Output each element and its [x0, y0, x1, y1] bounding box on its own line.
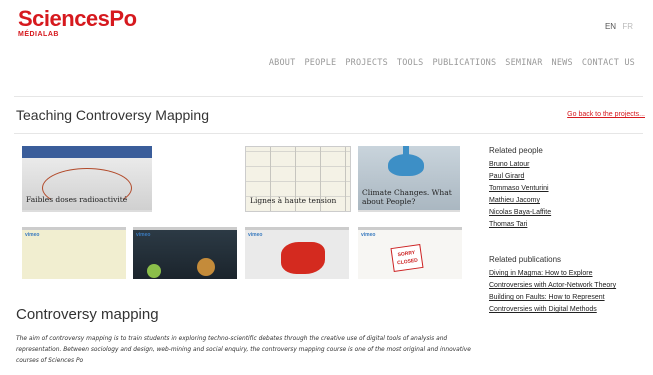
thumbnail-caption: Faibles doses radioactivité	[26, 195, 128, 204]
thumbnail-caption: Climate Changes. What about People?	[362, 188, 452, 206]
video-thumbnail[interactable]: vimeo	[245, 227, 349, 279]
related-publications: Related publications Diving in Magma: Ho…	[489, 255, 616, 316]
person-link[interactable]: Mathieu Jacomy	[489, 195, 551, 207]
nav-people[interactable]: PEOPLE	[304, 58, 336, 68]
language-switcher: EN FR	[601, 22, 633, 31]
video-thumbnail[interactable]: vimeo	[22, 227, 126, 279]
related-publications-heading: Related publications	[489, 255, 562, 264]
thumbnail-climate-changes[interactable]: Climate Changes. What about People?	[358, 146, 460, 212]
vimeo-logo: vimeo	[25, 232, 40, 238]
video-graphic	[197, 258, 215, 276]
publication-link[interactable]: Building on Faults: How to Represent	[489, 292, 616, 304]
vimeo-logo: vimeo	[136, 232, 151, 238]
thumbnail-faibles-doses[interactable]: Faibles doses radioactivité	[22, 146, 152, 212]
person-link[interactable]: Bruno Latour	[489, 159, 551, 171]
nav-projects[interactable]: PROJECTS	[345, 58, 388, 68]
sciencespo-logo[interactable]: SciencesPo MÉDIALAB	[18, 6, 137, 39]
lang-en-link[interactable]: EN	[605, 22, 616, 31]
main-nav: ABOUT PEOPLE PROJECTS TOOLS PUBLICATIONS…	[269, 58, 635, 68]
logo-sub-text: MÉDIALAB	[18, 31, 59, 38]
video-thumbnail[interactable]: vimeo SORRY CLOSED	[358, 227, 462, 279]
video-thumbnail[interactable]: vimeo	[133, 227, 237, 279]
nav-seminar[interactable]: SEMINAR	[505, 58, 542, 68]
thumbnail-banner	[22, 146, 152, 158]
nav-contact-us[interactable]: CONTACT US	[582, 58, 635, 68]
intro-paragraph: The aim of controversy mapping is to tra…	[16, 336, 471, 364]
thumbnail-lignes-haute-tension[interactable]: Lignes à haute tension	[245, 146, 351, 212]
person-link[interactable]: Tommaso Venturini	[489, 183, 551, 195]
lang-fr-link[interactable]: FR	[622, 22, 633, 31]
person-link[interactable]: Nicolas Baya-Laffite	[489, 207, 551, 219]
logo-main-text: SciencesPo	[18, 6, 137, 31]
publication-link[interactable]: Controversies with Actor-Network Theory	[489, 280, 616, 292]
nav-tools[interactable]: TOOLS	[397, 58, 424, 68]
video-map-graphic	[281, 242, 325, 274]
vimeo-logo: vimeo	[361, 232, 376, 238]
publication-link[interactable]: Controversies with Digital Methods	[489, 304, 616, 316]
related-people-heading: Related people	[489, 146, 543, 155]
nav-about[interactable]: ABOUT	[269, 58, 296, 68]
title-divider	[14, 133, 643, 134]
person-link[interactable]: Thomas Tari	[489, 219, 551, 231]
person-link[interactable]: Paul Girard	[489, 171, 551, 183]
page-title: Teaching Controversy Mapping	[16, 107, 209, 123]
publication-link[interactable]: Diving in Magma: How to Explore	[489, 268, 616, 280]
related-people: Related people Bruno Latour Paul Girard …	[489, 146, 551, 231]
header-divider	[14, 96, 643, 97]
vimeo-logo: vimeo	[248, 232, 263, 238]
nav-publications[interactable]: PUBLICATIONS	[432, 58, 496, 68]
nav-news[interactable]: NEWS	[552, 58, 573, 68]
back-to-projects-link[interactable]: Go back to the projects...	[567, 111, 645, 118]
thumbnail-graphic	[388, 154, 424, 176]
video-graphic	[147, 264, 161, 278]
thumbnail-caption: Lignes à haute tension	[250, 196, 337, 205]
section-title: Controversy mapping	[16, 306, 159, 323]
closed-sign-graphic: SORRY CLOSED	[390, 244, 424, 272]
